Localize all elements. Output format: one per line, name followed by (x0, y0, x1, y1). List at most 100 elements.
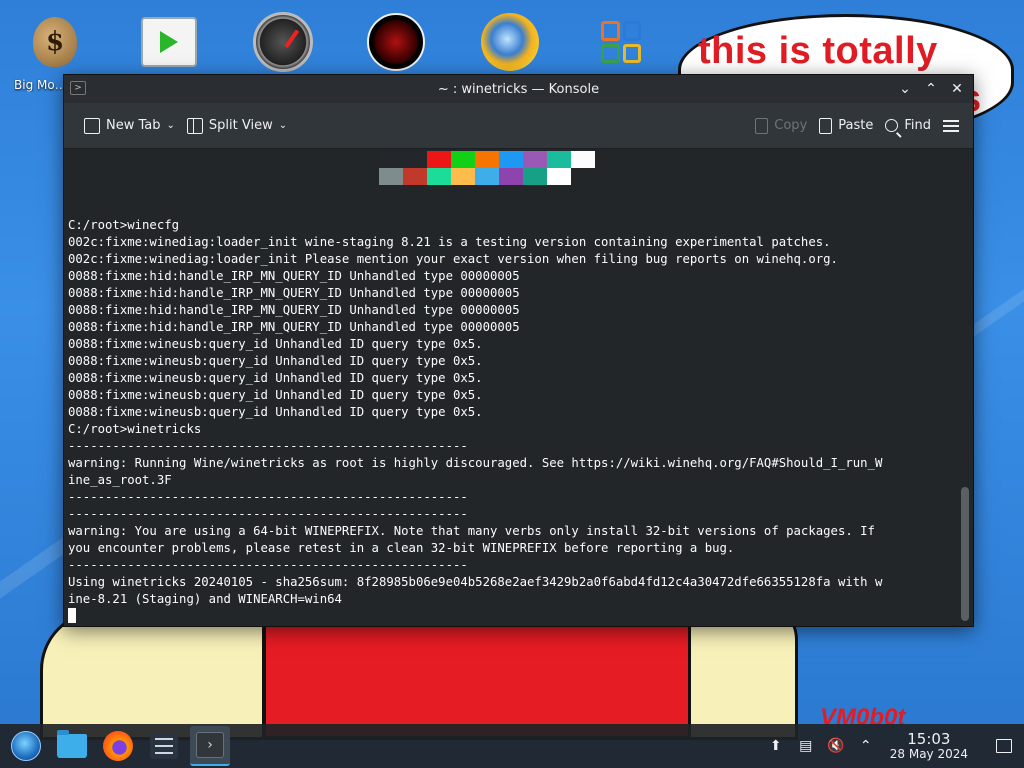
terminal-line: 0088:fixme:hid:handle_IRP_MN_QUERY_ID Un… (68, 320, 520, 334)
terminal-line: C:/root>winetricks (68, 422, 202, 436)
palette-bottom-swatch (379, 168, 403, 185)
palette-top-swatch (499, 151, 523, 168)
split-view-icon (186, 117, 203, 134)
maximize-button[interactable]: ⌃ (921, 79, 941, 99)
volume-muted-icon[interactable]: 🔇 (827, 738, 844, 754)
globe-sun-icon (481, 13, 539, 71)
konsole-toolbar: New Tab ⌄ Split View ⌄ Copy Paste Find (64, 103, 973, 149)
scrollbar-thumb[interactable] (961, 487, 969, 621)
terminal-line: 0088:fixme:wineusb:query_id Unhandled ID… (68, 405, 483, 419)
terminal-line: warning: You are using a 64-bit WINEPREF… (68, 524, 875, 538)
hamburger-menu-button[interactable] (937, 116, 965, 136)
system-tray: ⬆ ▤ 🔇 ⌃ 15:03 28 May 2024 (768, 731, 1024, 761)
terminal-scrollbar[interactable] (961, 149, 969, 626)
copy-button[interactable]: Copy (749, 114, 813, 138)
show-desktop-icon[interactable] (996, 739, 1012, 753)
desktop-icon-red-disc[interactable] (361, 10, 431, 74)
window-titlebar[interactable]: > ~ : winetricks — Konsole ⌄ ⌃ ✕ (64, 75, 973, 103)
terminal-line: ----------------------------------------… (68, 507, 468, 521)
palette-top-swatch (451, 151, 475, 168)
chevron-down-icon: ⌄ (166, 120, 175, 131)
terminal-line: 0088:fixme:hid:handle_IRP_MN_QUERY_ID Un… (68, 286, 520, 300)
palette-top-swatch (403, 151, 427, 168)
split-view-button[interactable]: Split View ⌄ (181, 114, 293, 138)
terminal-output: C:/root>winecfg 002c:fixme:winediag:loade… (68, 217, 951, 625)
new-tab-label: New Tab (106, 118, 161, 133)
new-tab-button[interactable]: New Tab ⌄ (78, 114, 181, 138)
find-button[interactable]: Find (879, 114, 937, 137)
palette-top-swatch (379, 151, 403, 168)
minimize-button[interactable]: ⌄ (895, 79, 915, 99)
terminal-line: 0088:fixme:wineusb:query_id Unhandled ID… (68, 337, 483, 351)
speedometer-icon (253, 12, 313, 72)
terminal-line: ----------------------------------------… (68, 490, 468, 504)
start-orb-icon (11, 731, 41, 761)
palette-bottom-swatch (499, 168, 523, 185)
desktop-icon-media-player[interactable] (134, 10, 204, 74)
wallpaper-yellow-shape-left (40, 610, 270, 740)
terminal-line: 0088:fixme:wineusb:query_id Unhandled ID… (68, 388, 483, 402)
palette-bottom-swatch (523, 168, 547, 185)
desktop-icon-globe[interactable] (475, 10, 545, 74)
clock-date: 28 May 2024 (889, 746, 968, 761)
terminal-line: 002c:fixme:winediag:loader_init Please m… (68, 252, 838, 266)
paste-button[interactable]: Paste (813, 114, 879, 138)
terminal-line: 0088:fixme:hid:handle_IRP_MN_QUERY_ID Un… (68, 303, 520, 317)
close-button[interactable]: ✕ (947, 79, 967, 99)
terminal-line: ----------------------------------------… (68, 439, 468, 453)
clock[interactable]: 15:03 28 May 2024 (890, 731, 968, 761)
clipboard-icon[interactable]: ▤ (798, 738, 814, 754)
paste-icon (819, 117, 833, 134)
terminal-line: ----------------------------------------… (68, 558, 468, 572)
clock-time: 15:03 (907, 730, 951, 749)
terminal-line: C:/root>winecfg (68, 218, 180, 232)
terminal-app-icon[interactable]: > (70, 81, 86, 95)
hamburger-menu-icon (943, 119, 959, 132)
window-title: ~ : winetricks — Konsole (437, 81, 600, 97)
terminal-line: 0088:fixme:wineusb:query_id Unhandled ID… (68, 371, 483, 385)
terminal-view[interactable]: C:/root>winecfg 002c:fixme:winediag:loade… (64, 149, 973, 626)
find-label: Find (904, 118, 931, 133)
settings-sliders-icon (150, 733, 178, 759)
terminal-line: ine-8.21 (Staging) and WINEARCH=win64 (68, 592, 342, 606)
taskbar-system-settings[interactable] (144, 726, 184, 766)
palette-bottom-swatch (475, 168, 499, 185)
wallpaper-speech-text: this is totally (698, 30, 938, 72)
konsole-window[interactable]: > ~ : winetricks — Konsole ⌄ ⌃ ✕ New Tab… (63, 74, 974, 627)
desktop-icon-office[interactable] (586, 10, 656, 74)
terminal-line: you encounter problems, please retest in… (68, 541, 735, 555)
palette-top-swatch (571, 151, 595, 168)
chevron-up-icon[interactable]: ⌃ (858, 738, 874, 754)
paste-label: Paste (838, 118, 874, 133)
start-menu-button[interactable] (6, 726, 46, 766)
taskbar-konsole[interactable]: › (190, 726, 230, 766)
desktop-icon-speedometer[interactable] (248, 10, 318, 74)
updates-icon[interactable]: ⬆ (768, 738, 784, 754)
terminal-line: 002c:fixme:winediag:loader_init wine-sta… (68, 235, 831, 249)
palette-bottom-swatch (547, 168, 571, 185)
palette-bottom-swatch (451, 168, 475, 185)
terminal-line: warning: Running Wine/winetricks as root… (68, 456, 883, 470)
terminal-line: ine_as_root.3F (68, 473, 172, 487)
palette-bottom-swatch (427, 168, 451, 185)
terminal-line: Using winetricks 20240105 - sha256sum: 8… (68, 575, 883, 589)
taskbar-file-manager[interactable] (52, 726, 92, 766)
desktop-icon-big-money[interactable]: $ (20, 10, 90, 74)
money-bag-icon: $ (33, 17, 77, 67)
terminal-line: 0088:fixme:wineusb:query_id Unhandled ID… (68, 354, 483, 368)
office-tiles-icon (601, 21, 641, 63)
palette-top-swatch (523, 151, 547, 168)
terminal-cursor (68, 608, 76, 623)
chevron-down-icon: ⌄ (278, 120, 288, 131)
copy-icon (755, 117, 769, 134)
red-disc-icon (367, 13, 425, 71)
taskbar-firefox[interactable] (98, 726, 138, 766)
palette-top-swatch (475, 151, 499, 168)
folder-icon (57, 730, 87, 758)
media-player-icon (141, 17, 197, 67)
split-view-label: Split View (208, 118, 273, 133)
color-palette (379, 151, 595, 185)
new-tab-icon (84, 117, 100, 134)
taskbar: › ⬆ ▤ 🔇 ⌃ 15:03 28 May 2024 (0, 724, 1024, 768)
palette-top-swatch (427, 151, 451, 168)
